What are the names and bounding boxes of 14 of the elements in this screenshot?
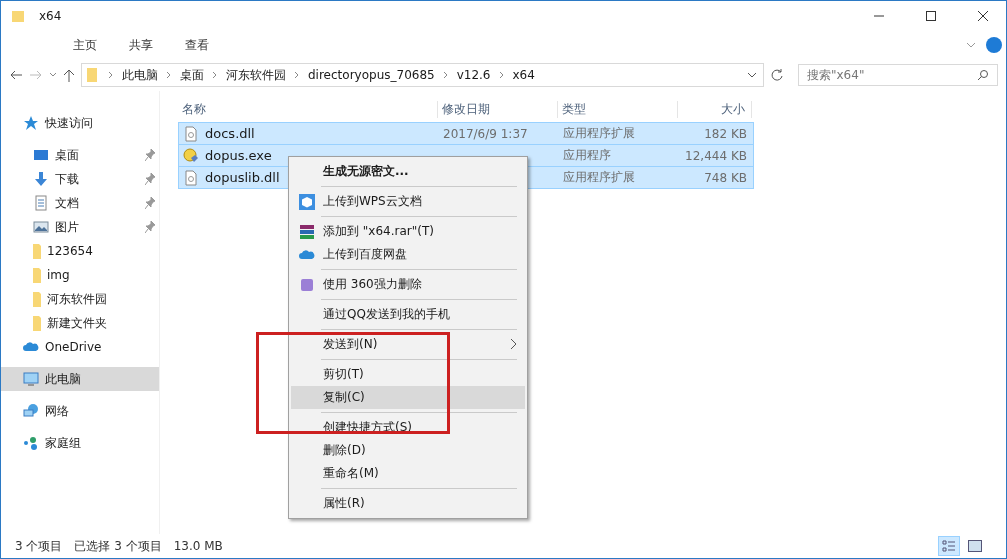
file-name: dopus.exe <box>205 148 272 163</box>
item-count: 3 个项目 <box>15 537 63 555</box>
selection-size: 13.0 MB <box>173 539 223 553</box>
type-cell: 应用程序 <box>563 147 611 164</box>
size-cell: 12,444 KB <box>685 148 747 163</box>
selection-count: 已选择 3 个项目 <box>74 537 162 555</box>
window-title: x64 <box>39 9 62 23</box>
file-name: dopuslib.dll <box>205 170 280 185</box>
size-cell: 182 KB <box>704 126 747 141</box>
type-cell: 应用程序扩展 <box>563 125 635 142</box>
date-cell: 2017/6/9 1:37 <box>443 126 528 141</box>
type-cell: 应用程序扩展 <box>563 169 635 186</box>
size-cell: 748 KB <box>704 170 747 185</box>
file-name: docs.dll <box>205 126 255 141</box>
